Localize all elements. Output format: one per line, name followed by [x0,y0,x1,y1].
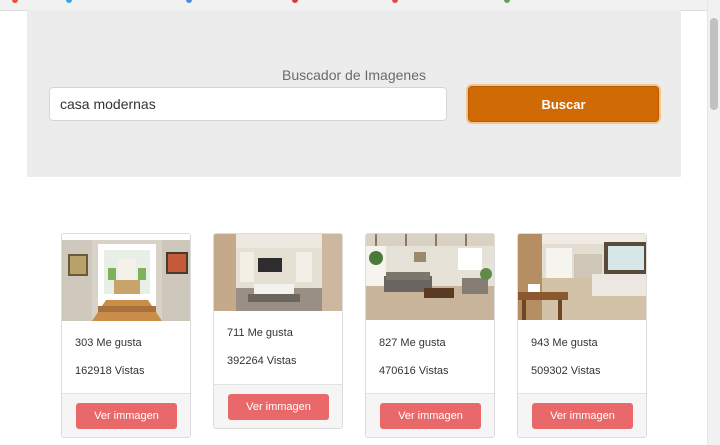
card-body: 303 Me gusta 162918 Vistas [62,321,190,393]
bookmark-icon[interactable] [66,0,72,3]
card-footer: Ver immagen [518,393,646,437]
likes-count: 303 Me gusta [75,337,142,349]
card-body: 943 Me gusta 509302 Vistas [518,320,646,393]
bookmark-icon[interactable] [186,0,192,3]
bookmark-icon[interactable] [392,0,398,3]
search-panel: Buscador de Imagenes Buscar [27,10,681,177]
likes-count: 711 Me gusta [227,327,293,339]
card-footer: Ver immagen [366,393,494,437]
bookmark-icon[interactable] [12,0,18,3]
scrollbar-thumb[interactable] [710,18,718,110]
house-photo [62,234,190,321]
card-body: 827 Me gusta 470616 Vistas [366,320,494,393]
result-card: 827 Me gusta 470616 Vistas Ver immagen [365,233,495,438]
result-image[interactable] [62,234,190,321]
views-count: 392264 Vistas [227,355,297,367]
views-count: 162918 Vistas [75,365,145,377]
card-footer: Ver immagen [62,393,190,437]
bookmark-icon[interactable] [292,0,298,3]
search-button[interactable]: Buscar [468,86,659,122]
likes-count: 943 Me gusta [531,337,598,349]
result-card: 943 Me gusta 509302 Vistas Ver immagen [517,233,647,438]
search-input[interactable] [49,87,447,121]
page-title: Buscador de Imagenes [282,67,426,83]
kitchen-photo [518,234,646,320]
view-image-button[interactable]: Ver immagen [228,394,329,420]
scrollbar[interactable] [707,0,720,445]
lounge-photo [366,234,494,320]
card-footer: Ver immagen [214,384,342,428]
view-image-button[interactable]: Ver immagen [76,403,177,429]
view-image-button[interactable]: Ver immagen [380,403,481,429]
result-image[interactable] [214,234,342,311]
card-body: 711 Me gusta 392264 Vistas [214,311,342,384]
result-card: 711 Me gusta 392264 Vistas Ver immagen [213,233,343,429]
view-image-button[interactable]: Ver immagen [532,403,633,429]
result-card: 303 Me gusta 162918 Vistas Ver immagen [61,233,191,438]
views-count: 470616 Vistas [379,365,449,377]
living-room-photo [214,234,342,311]
result-image[interactable] [518,234,646,320]
bookmark-icon[interactable] [504,0,510,3]
result-image[interactable] [366,234,494,320]
likes-count: 827 Me gusta [379,337,446,349]
views-count: 509302 Vistas [531,365,601,377]
